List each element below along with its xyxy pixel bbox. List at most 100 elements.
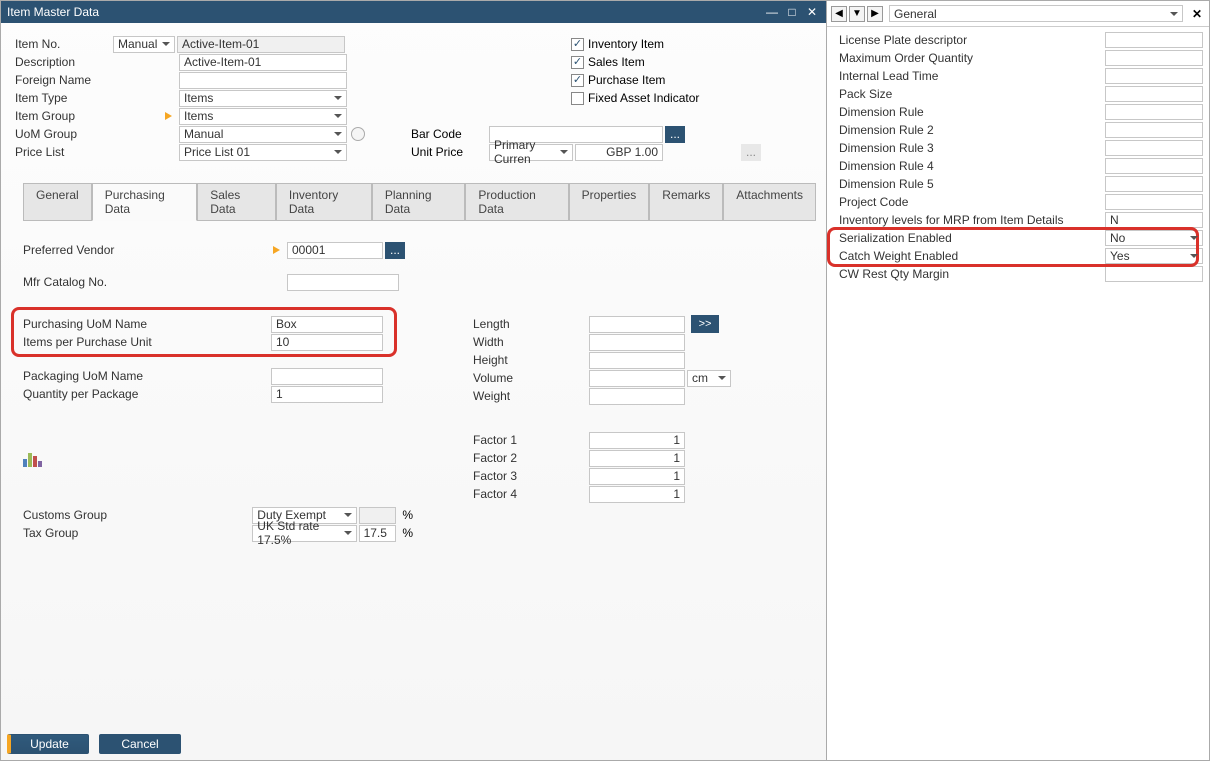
unit-price-field[interactable]: GBP 1.00 [575, 144, 663, 161]
side-row-label: Dimension Rule 5 [833, 177, 1105, 191]
item-no-field[interactable]: Active-Item-01 [177, 36, 345, 53]
side-row-value[interactable] [1105, 86, 1203, 102]
preferred-vendor-browse-button[interactable]: ... [385, 242, 405, 259]
close-icon[interactable]: ✕ [804, 4, 820, 20]
purchasing-uom-field[interactable]: Box [271, 316, 383, 333]
purchase-item-checkbox[interactable] [571, 74, 584, 87]
mfr-catalog-label: Mfr Catalog No. [23, 275, 287, 289]
side-row-value[interactable] [1105, 104, 1203, 120]
side-close-icon[interactable]: ✕ [1189, 6, 1205, 22]
unit-price-currency-select[interactable]: Primary Curren [489, 144, 573, 161]
tab-inventory[interactable]: Inventory Data [276, 183, 372, 220]
height-field[interactable] [589, 352, 685, 369]
items-per-purchase-field[interactable]: 10 [271, 334, 383, 351]
packaging-uom-field[interactable] [271, 368, 383, 385]
uom-group-label: UoM Group [15, 127, 179, 141]
side-row-value[interactable] [1105, 122, 1203, 138]
tax-group-select[interactable]: UK Std rate 17.5% [252, 525, 356, 542]
side-row-value[interactable]: Yes [1105, 248, 1203, 264]
side-row-value[interactable] [1105, 176, 1203, 192]
side-row: Dimension Rule 3 [833, 139, 1203, 157]
mfr-catalog-field[interactable] [287, 274, 399, 291]
tab-purchasing[interactable]: Purchasing Data [92, 183, 198, 221]
fixed-asset-label: Fixed Asset Indicator [588, 91, 699, 105]
factor1-field[interactable]: 1 [589, 432, 685, 449]
item-type-select[interactable]: Items [179, 90, 347, 107]
item-group-link-icon[interactable] [163, 109, 177, 123]
item-no-label: Item No. [15, 37, 113, 51]
tax-group-label: Tax Group [23, 526, 252, 540]
foreign-name-field[interactable] [179, 72, 347, 89]
side-row-label: Dimension Rule [833, 105, 1105, 119]
side-row-value[interactable]: N [1105, 212, 1203, 228]
dimensions-go-button[interactable]: >> [691, 315, 719, 333]
item-group-select[interactable]: Items [179, 108, 347, 125]
nav-next-icon[interactable]: ▶ [867, 6, 883, 22]
description-field[interactable]: Active-Item-01 [179, 54, 347, 71]
tab-attachments[interactable]: Attachments [723, 183, 816, 220]
sales-item-checkbox[interactable] [571, 56, 584, 69]
volume-unit-select[interactable]: cm [687, 370, 731, 387]
tab-properties[interactable]: Properties [569, 183, 650, 220]
side-row-value[interactable] [1105, 32, 1203, 48]
preferred-vendor-link-icon[interactable] [271, 243, 285, 257]
foreign-name-label: Foreign Name [15, 73, 179, 87]
customs-group-pct-field [359, 507, 397, 524]
item-master-window: Item Master Data — □ ✕ Item No. Manual A… [1, 1, 827, 760]
update-button[interactable]: Update [7, 734, 89, 754]
tab-sales[interactable]: Sales Data [197, 183, 276, 220]
unit-price-label: Unit Price [411, 145, 489, 159]
tax-group-pct-field[interactable]: 17.5 [359, 525, 397, 542]
factor2-field[interactable]: 1 [589, 450, 685, 467]
tab-general[interactable]: General [23, 183, 92, 220]
minimize-icon[interactable]: — [764, 4, 780, 20]
volume-field[interactable] [589, 370, 685, 387]
side-row-label: Pack Size [833, 87, 1105, 101]
uom-group-select[interactable]: Manual [179, 126, 347, 143]
uom-group-info-icon[interactable] [351, 127, 365, 141]
side-row-value[interactable] [1105, 158, 1203, 174]
packaging-uom-label: Packaging UoM Name [23, 369, 271, 383]
nav-prev-icon[interactable]: ◀ [831, 6, 847, 22]
item-no-mode-select[interactable]: Manual [113, 36, 175, 53]
side-row-value[interactable] [1105, 68, 1203, 84]
side-row-label: CW Rest Qty Margin [833, 267, 1105, 281]
factor4-field[interactable]: 1 [589, 486, 685, 503]
volume-label: Volume [473, 371, 589, 385]
titlebar: Item Master Data — □ ✕ [1, 1, 826, 23]
chart-icon[interactable] [23, 451, 43, 467]
qty-per-package-field[interactable]: 1 [271, 386, 383, 403]
length-field[interactable] [589, 316, 685, 333]
barcode-browse-button[interactable]: ... [665, 126, 685, 143]
factor3-field[interactable]: 1 [589, 468, 685, 485]
side-category-select[interactable]: General [889, 5, 1183, 22]
nav-down-icon[interactable]: ▼ [849, 6, 865, 22]
side-row-value[interactable] [1105, 140, 1203, 156]
tax-pct-sign: % [402, 526, 413, 540]
tab-planning[interactable]: Planning Data [372, 183, 466, 220]
side-row-value[interactable] [1105, 194, 1203, 210]
weight-field[interactable] [589, 388, 685, 405]
tab-production[interactable]: Production Data [465, 183, 568, 220]
unit-price-more-button[interactable]: ... [741, 144, 761, 161]
price-list-select[interactable]: Price List 01 [179, 144, 347, 161]
side-row-value[interactable] [1105, 50, 1203, 66]
window-title: Item Master Data [7, 5, 760, 19]
description-label: Description [15, 55, 179, 69]
side-row-value[interactable] [1105, 266, 1203, 282]
side-row-label: Internal Lead Time [833, 69, 1105, 83]
side-row: License Plate descriptor [833, 31, 1203, 49]
inventory-item-label: Inventory Item [588, 37, 664, 51]
side-row-label: Maximum Order Quantity [833, 51, 1105, 65]
side-row-value[interactable]: No [1105, 230, 1203, 246]
side-row-label: Serialization Enabled [833, 231, 1105, 245]
inventory-item-checkbox[interactable] [571, 38, 584, 51]
fixed-asset-checkbox[interactable] [571, 92, 584, 105]
cancel-button[interactable]: Cancel [99, 734, 181, 754]
factor4-label: Factor 4 [473, 487, 589, 501]
width-field[interactable] [589, 334, 685, 351]
preferred-vendor-field[interactable]: 00001 [287, 242, 383, 259]
tab-remarks[interactable]: Remarks [649, 183, 723, 220]
side-row: Pack Size [833, 85, 1203, 103]
maximize-icon[interactable]: □ [784, 4, 800, 20]
